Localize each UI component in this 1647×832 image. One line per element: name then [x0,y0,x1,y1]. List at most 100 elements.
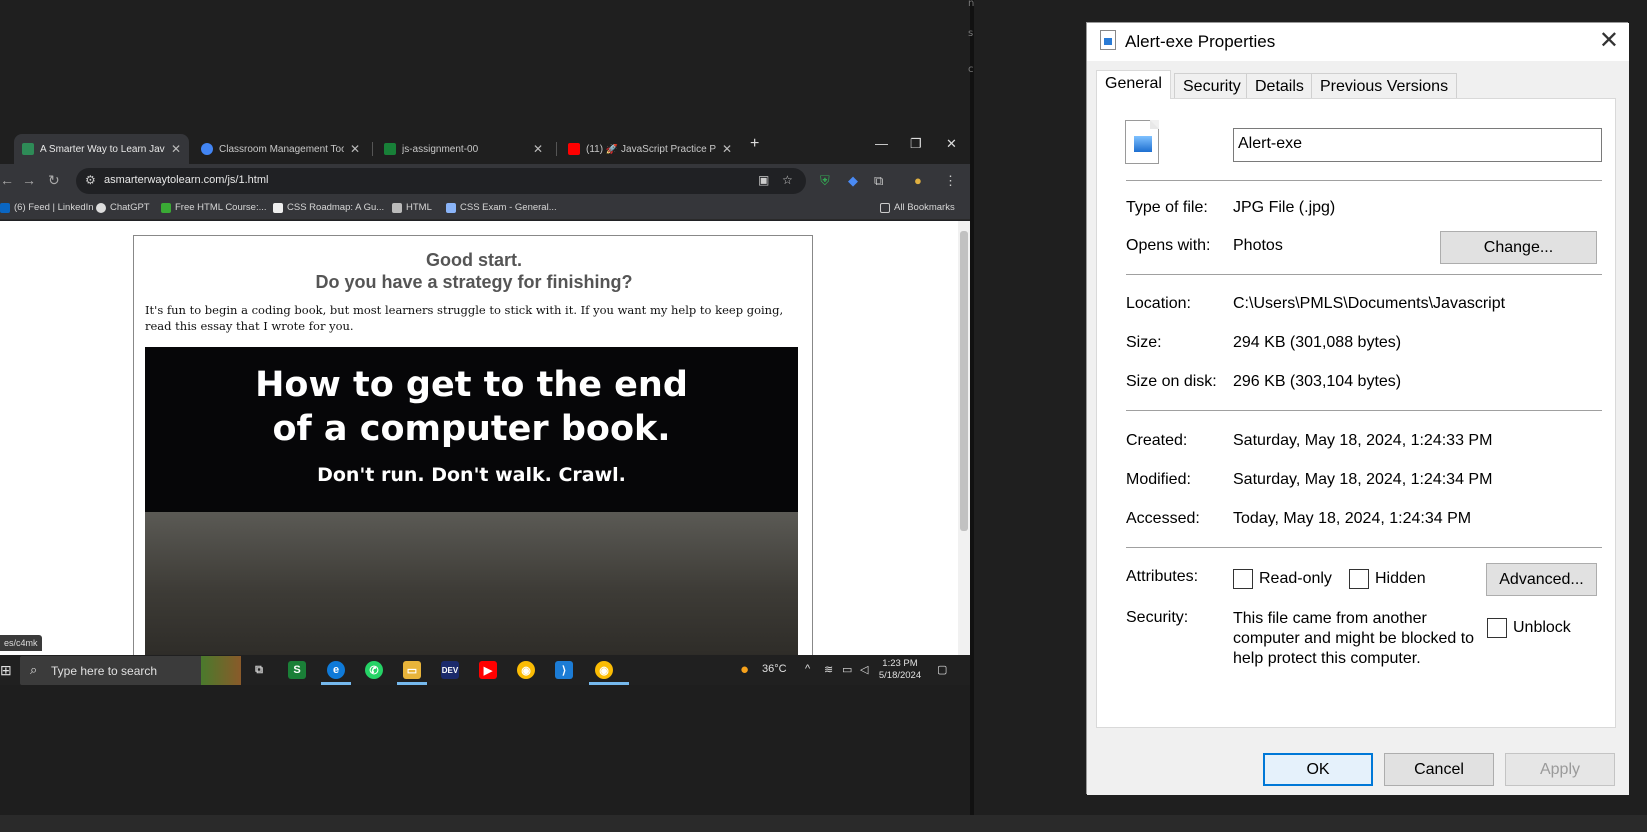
tab-smarter-way[interactable]: A Smarter Way to Learn JavaScript ✕ [14,134,189,164]
exam-icon [446,202,456,213]
site-info-icon[interactable]: ⚙ [85,173,96,187]
weather-icon[interactable]: ● [740,661,749,678]
divider [1126,547,1602,548]
taskbar-search[interactable]: ⌕ Type here to search [20,656,241,685]
task-view-icon[interactable]: ⧉ [250,661,268,679]
bookmark-label: (6) Feed | LinkedIn [14,202,94,213]
shield-extension-icon[interactable]: ⛨ [820,173,830,189]
camera-blocked-icon[interactable]: ▣ [758,173,769,187]
checkbox-box[interactable] [1487,618,1507,638]
weather-temp[interactable]: 36°C [762,663,787,675]
unblock-checkbox[interactable]: Unblock [1487,618,1571,638]
vscode-icon[interactable]: ⟩ [555,661,573,679]
youtube-icon[interactable]: ▶ [479,661,497,679]
checkbox-box[interactable] [1233,569,1253,589]
ok-button[interactable]: OK [1263,753,1373,786]
change-button[interactable]: Change... [1440,231,1597,264]
opens-with-label: Opens with: [1126,237,1211,254]
tab-classroom[interactable]: Classroom Management Tools ✕ [193,134,368,164]
image-file-icon [1100,30,1116,50]
address-bar[interactable]: ⚙ asmarterwaytolearn.com/js/1.html ▣ ☆ [76,168,806,194]
tab-security[interactable]: Security [1174,73,1250,99]
bookmark-html[interactable]: HTML [392,202,432,213]
reload-icon[interactable]: ↻ [48,172,60,189]
tab-details[interactable]: Details [1246,73,1313,99]
close-tab-icon[interactable]: ✕ [722,142,732,156]
show-hidden-icons-icon[interactable]: ^ [805,663,810,675]
app-icon[interactable]: S [288,661,306,679]
tab-general[interactable]: General [1096,70,1171,99]
advanced-button[interactable]: Advanced... [1486,563,1597,596]
bookmark-html-course[interactable]: Free HTML Course:... [161,202,267,213]
tab-title: js-assignment-00 [402,143,479,155]
whatsapp-icon[interactable]: ✆ [365,661,383,679]
all-bookmarks[interactable]: All Bookmarks [880,202,955,213]
hidden-checkbox[interactable]: Hidden [1349,569,1426,589]
divider [1126,180,1602,181]
scrollbar-thumb[interactable] [960,231,968,531]
volume-muted-icon[interactable]: ◁ [860,663,868,676]
restore-icon[interactable]: ❐ [910,136,922,152]
edge-icon[interactable]: e [327,661,345,679]
extension-icon[interactable]: ◆ [848,173,858,189]
menu-icon[interactable]: ⋮ [944,173,957,189]
page-scrollbar[interactable] [958,221,970,655]
apply-button[interactable]: Apply [1505,753,1615,786]
forward-icon[interactable]: → [22,172,36,188]
chrome-icon[interactable]: ◉ [517,661,535,679]
attributes-label: Attributes: [1126,568,1199,585]
chrome-profile-icon[interactable]: ◉ [595,661,613,679]
close-window-icon[interactable]: ✕ [946,136,957,152]
bookmark-linkedin[interactable]: (6) Feed | LinkedIn [0,202,94,213]
created-label: Created: [1126,432,1188,449]
size-value: 294 KB (301,088 bytes) [1233,334,1402,351]
folder-icon [880,202,890,213]
clock-time: 1:23 PM [882,658,918,669]
size-on-disk-label: Size on disk: [1126,373,1217,390]
bookmark-css-exam[interactable]: CSS Exam - General... [446,202,557,213]
battery-icon[interactable]: ▭ [842,663,852,676]
clock-date: 5/18/2024 [878,670,922,681]
bookmark-css-roadmap[interactable]: CSS Roadmap: A Gu... [273,202,384,213]
close-tab-icon[interactable]: ✕ [171,142,181,156]
cancel-button[interactable]: Cancel [1384,753,1494,786]
divider [1126,410,1602,411]
profile-avatar-icon[interactable]: ● [914,173,922,188]
size-label: Size: [1126,334,1162,351]
puzzle-icon[interactable]: ⧉ [874,173,883,189]
banner-line-2: of a computer book. [272,409,671,449]
tab-youtube[interactable]: (11) 🚀 JavaScript Practice Problems ✕ [560,134,740,164]
close-tab-icon[interactable]: ✕ [533,142,543,156]
sheet-icon [384,143,396,155]
roadmap-icon [273,202,283,213]
new-tab-icon[interactable]: + [750,135,759,153]
linkedin-icon [0,202,10,213]
search-icon: ⌕ [30,662,38,677]
edge-glyph: n [968,0,975,9]
close-icon[interactable]: ✕ [1599,26,1619,55]
window-divider [970,0,974,832]
dev-icon[interactable]: DEV [441,661,459,679]
minimize-icon[interactable]: — [875,136,888,151]
close-tab-icon[interactable]: ✕ [350,142,360,156]
bookmark-label: Free HTML Course:... [175,202,267,213]
tab-previous-versions[interactable]: Previous Versions [1311,73,1458,99]
notifications-icon[interactable]: ▢ [937,663,947,676]
checkbox-box[interactable] [1349,569,1369,589]
type-label: Type of file: [1126,199,1208,216]
folder-icon [392,202,402,213]
divider [1126,274,1602,275]
essay-banner[interactable]: How to get to the end of a computer book… [145,347,798,657]
start-icon[interactable]: ⊞ [0,662,12,679]
readonly-checkbox[interactable]: Read-only [1233,569,1332,589]
file-explorer-icon[interactable]: ▭ [403,661,421,679]
file-name-field[interactable]: Alert-exe [1233,128,1602,162]
tab-js-assignment[interactable]: js-assignment-00 ✕ [376,134,551,164]
bookmark-star-icon[interactable]: ☆ [782,173,793,187]
bookmark-chatgpt[interactable]: ChatGPT [96,202,150,213]
taskbar-clock[interactable]: 1:23 PM 5/18/2024 [870,658,930,682]
wifi-icon[interactable]: ≋ [824,663,833,676]
size-on-disk-value: 296 KB (303,104 bytes) [1233,373,1402,390]
created-value: Saturday, May 18, 2024, 1:24:33 PM [1233,432,1493,449]
back-icon[interactable]: ← [0,172,14,188]
